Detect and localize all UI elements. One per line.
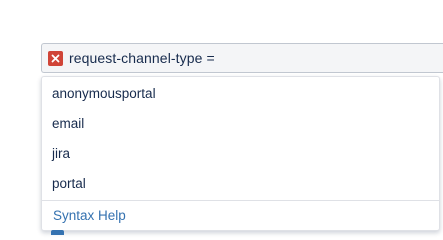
suggestion-option-anonymousportal[interactable]: anonymousportal (42, 79, 439, 109)
error-x-icon (48, 50, 63, 66)
suggestion-option-email[interactable]: email (42, 109, 439, 139)
suggestion-list: anonymousportal email jira portal (42, 77, 439, 199)
jql-query-input[interactable]: request-channel-type = (41, 43, 443, 73)
checkbox-edge[interactable] (51, 230, 64, 235)
suggestion-option-portal[interactable]: portal (42, 169, 439, 199)
syntax-help-link[interactable]: Syntax Help (42, 201, 439, 231)
query-text: request-channel-type = (69, 50, 215, 66)
autocomplete-dropdown: anonymousportal email jira portal Syntax… (41, 76, 440, 231)
suggestion-option-jira[interactable]: jira (42, 139, 439, 169)
